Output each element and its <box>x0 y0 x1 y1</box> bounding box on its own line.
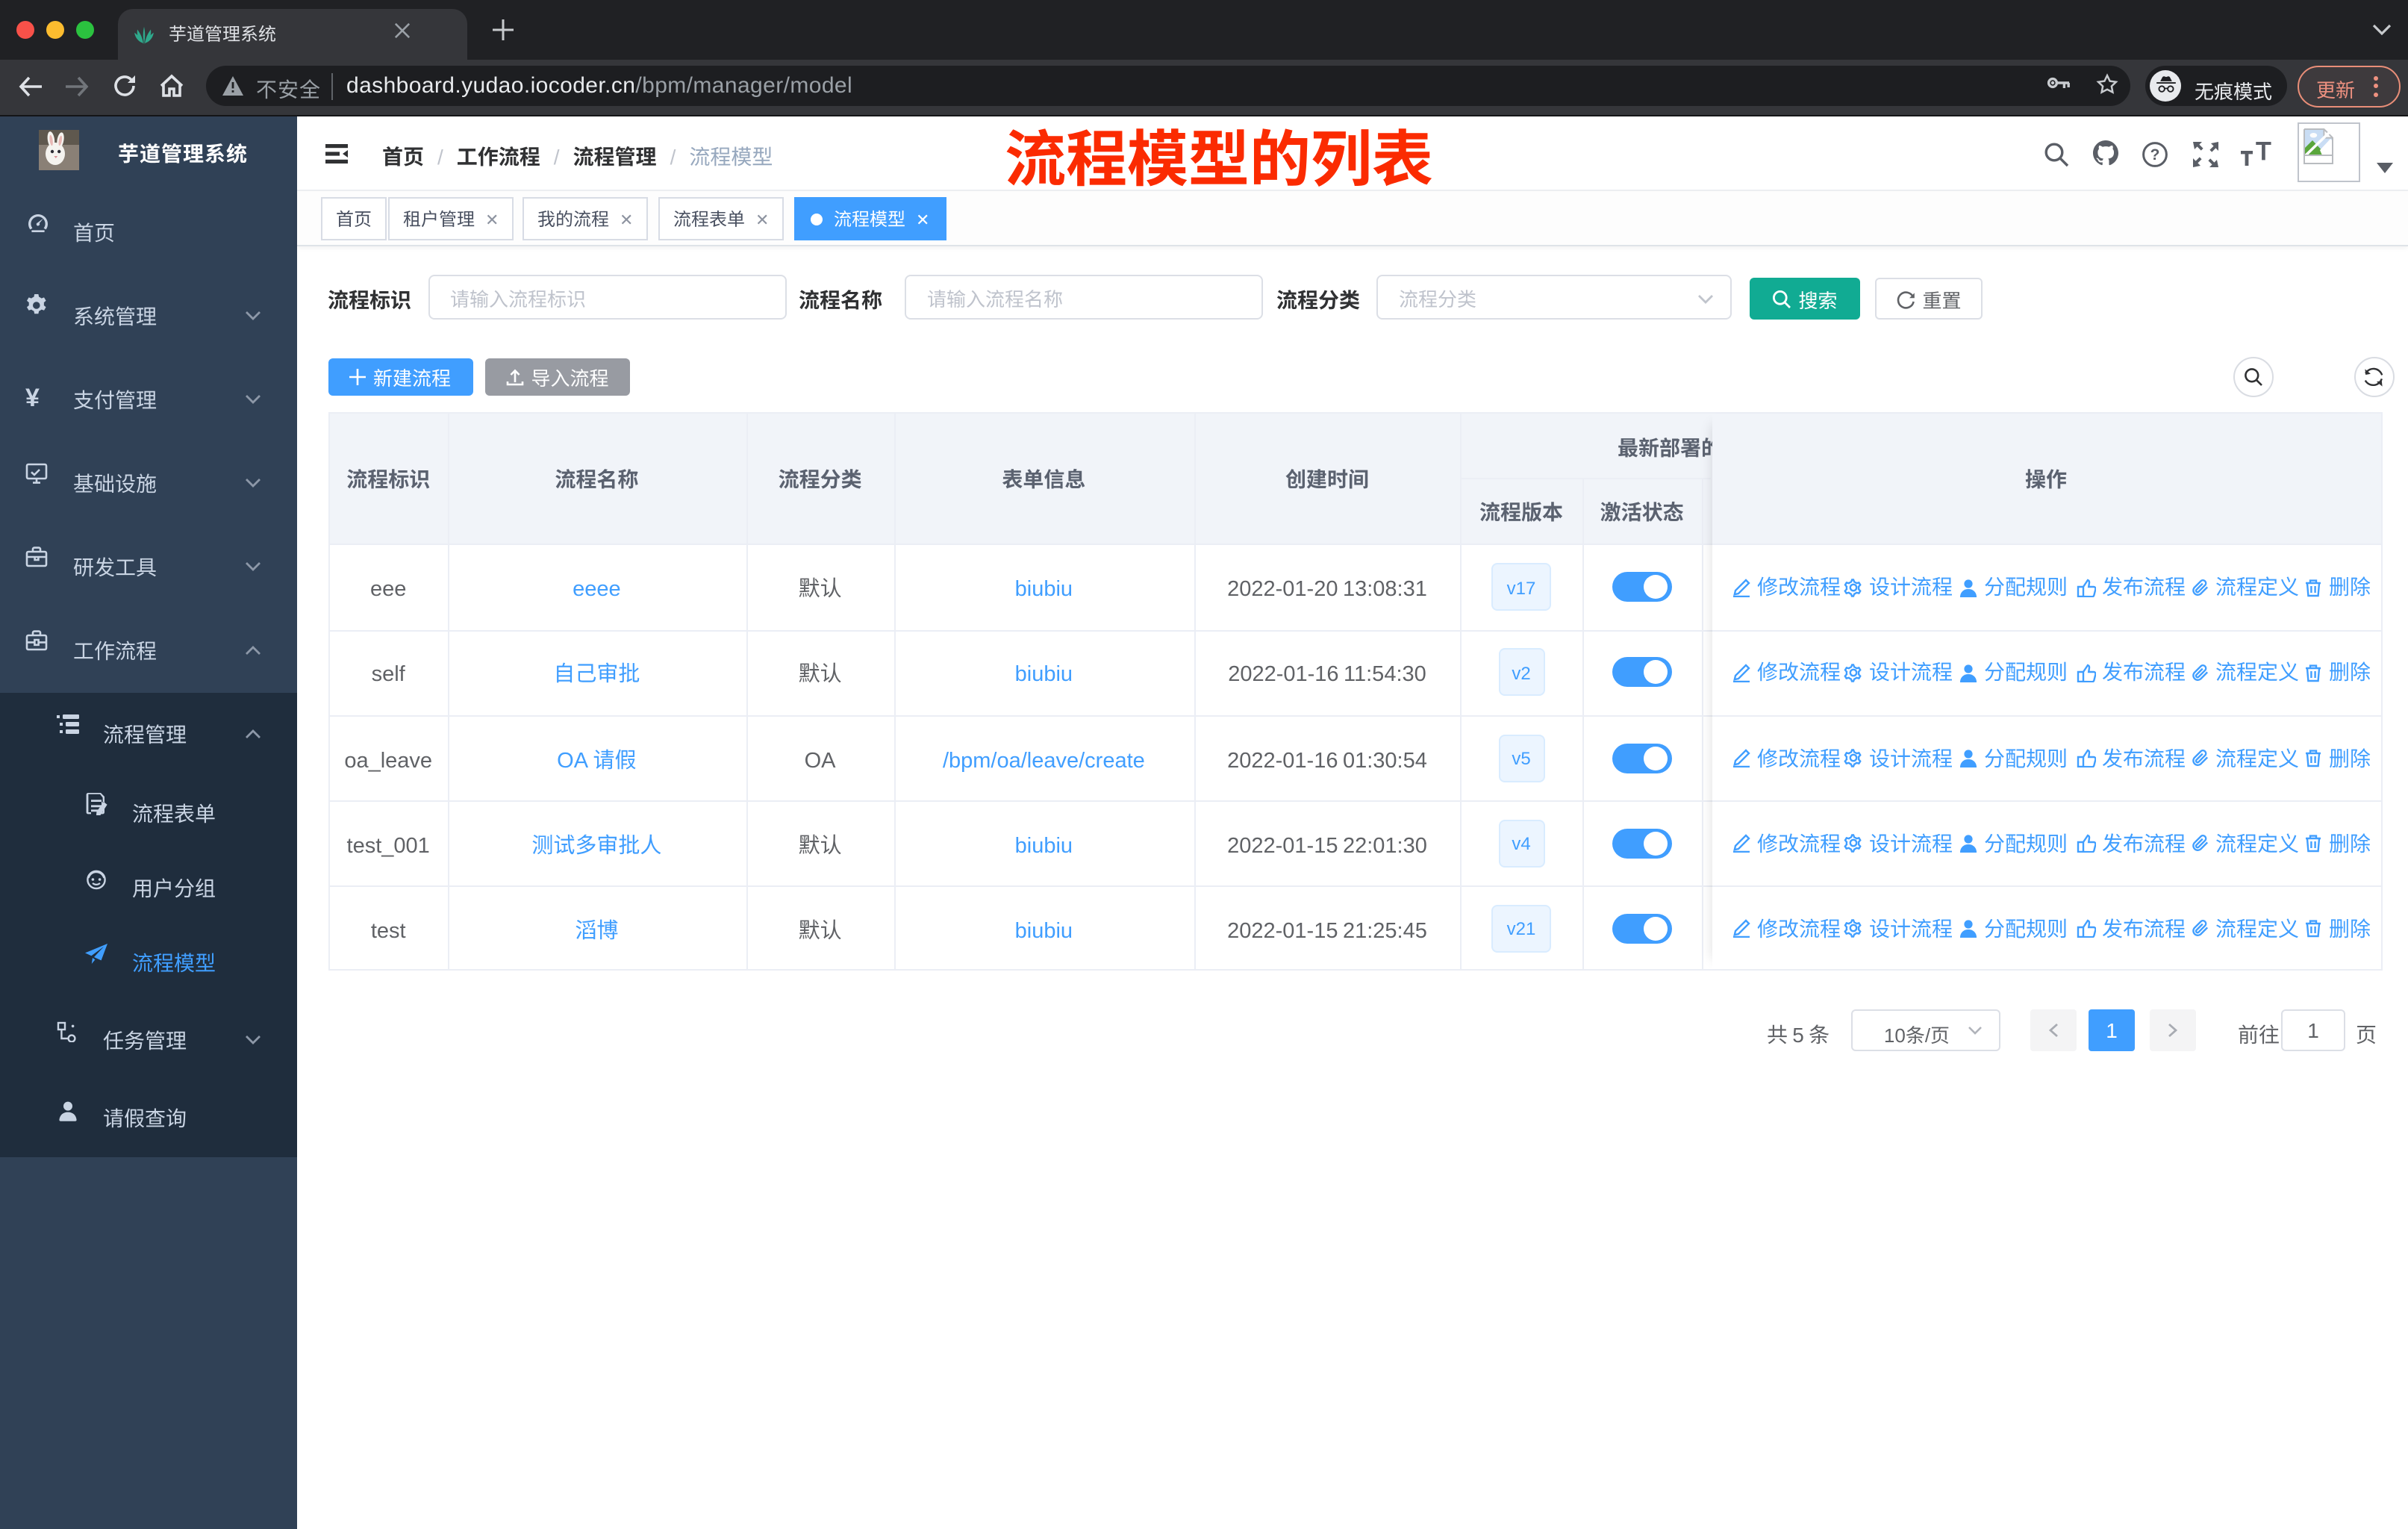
svg-text:?: ? <box>2150 146 2160 163</box>
